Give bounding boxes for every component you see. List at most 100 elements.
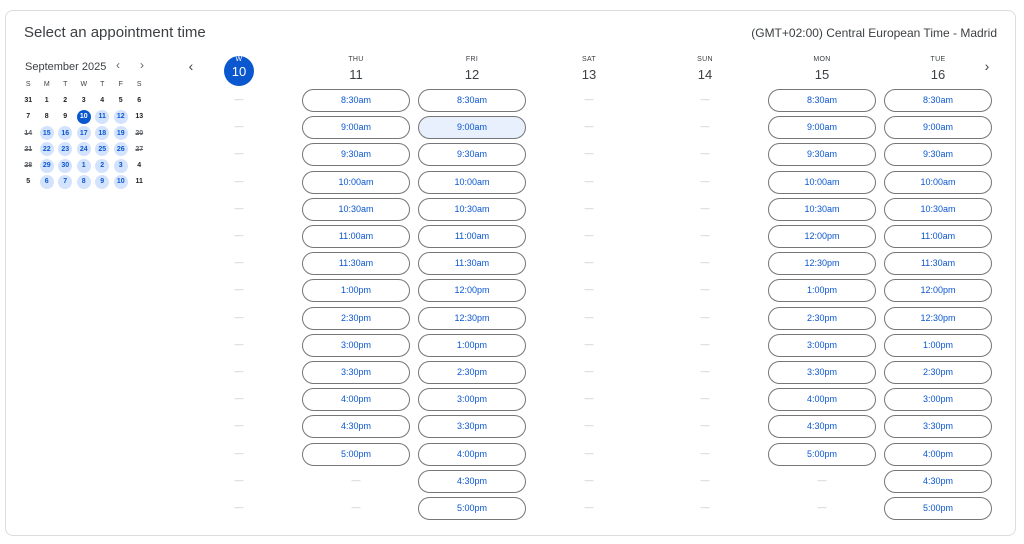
time-slot-button[interactable]: 8:30am — [884, 89, 992, 112]
time-slot-button[interactable]: 11:00am — [418, 225, 526, 248]
mini-day[interactable]: 22 — [38, 141, 57, 157]
mini-day[interactable]: 30 — [56, 157, 75, 173]
mini-day[interactable]: 15 — [38, 125, 57, 141]
time-slot-button[interactable]: 4:00pm — [418, 442, 526, 466]
time-slot-button[interactable]: 10:30am — [302, 197, 410, 221]
mini-day-label: 24 — [76, 142, 91, 157]
time-slot-button[interactable]: 9:30am — [418, 143, 526, 167]
time-slot-button[interactable]: 8:30am — [418, 89, 526, 112]
time-slot-button[interactable]: 3:00pm — [768, 333, 876, 357]
time-slot-button[interactable]: 3:00pm — [884, 388, 992, 412]
mini-day[interactable]: 3 — [112, 157, 131, 173]
timezone-selector[interactable]: (GMT+02:00) Central European Time - Madr… — [751, 26, 997, 40]
time-slot-button[interactable]: 2:30pm — [768, 306, 876, 330]
time-slot-button[interactable]: 9:30am — [302, 143, 410, 167]
time-slot-button[interactable]: 8:30am — [302, 89, 410, 112]
time-slot-button[interactable]: 12:00pm — [768, 225, 876, 248]
mini-day[interactable]: 26 — [112, 141, 131, 157]
time-slot-button[interactable]: 4:30pm — [418, 469, 526, 493]
time-slot-button[interactable]: 10:00am — [884, 170, 992, 194]
time-slot-button[interactable]: 2:30pm — [418, 361, 526, 384]
mini-day-label: 31 — [24, 96, 33, 104]
time-slot-button[interactable]: 10:00am — [302, 170, 410, 194]
mini-day[interactable]: 29 — [38, 157, 57, 173]
mini-day[interactable]: 11 — [93, 109, 112, 125]
time-slot-button[interactable]: 10:30am — [768, 197, 876, 221]
time-slot-button[interactable]: 4:30pm — [768, 415, 876, 439]
time-slot-button[interactable]: 12:30pm — [884, 306, 992, 330]
time-slot-button[interactable]: 9:00am — [768, 116, 876, 140]
time-slot-button[interactable]: 9:00am — [302, 116, 410, 140]
time-slot-button[interactable]: 9:30am — [768, 143, 876, 167]
time-slot-button[interactable]: 12:30pm — [768, 252, 876, 276]
time-slot-button[interactable]: 11:00am — [884, 225, 992, 248]
mini-day[interactable]: 1 — [75, 157, 94, 173]
mini-calendar-month: September 2025 — [25, 61, 107, 73]
time-slot-button[interactable]: 5:00pm — [302, 442, 410, 466]
mini-day[interactable]: 2 — [93, 157, 112, 173]
time-slot-button[interactable]: 10:30am — [418, 197, 526, 221]
mini-day[interactable]: 19 — [112, 125, 131, 141]
mini-day[interactable]: 8 — [75, 174, 94, 190]
time-slot-button[interactable]: 12:30pm — [418, 306, 526, 330]
time-slot-button[interactable]: 9:30am — [884, 143, 992, 167]
mini-day[interactable]: 10 — [112, 174, 131, 190]
mini-day[interactable]: 12 — [112, 109, 131, 125]
time-slot-button[interactable]: 12:00pm — [418, 279, 526, 303]
time-slot-button[interactable]: 1:00pm — [418, 333, 526, 357]
time-slot-button[interactable]: 3:30pm — [884, 415, 992, 439]
time-slot-button[interactable]: 3:30pm — [418, 415, 526, 439]
time-slot-button[interactable]: 8:30am — [768, 89, 876, 112]
time-slot-button[interactable]: 11:00am — [302, 225, 410, 248]
time-slot-button[interactable]: 9:00am — [884, 116, 992, 140]
mini-day[interactable]: 24 — [75, 141, 94, 157]
time-slot-button[interactable]: 1:00pm — [768, 279, 876, 303]
mini-day: 27 — [130, 141, 149, 157]
time-slot-button[interactable]: 2:30pm — [302, 306, 410, 330]
time-slot-button[interactable]: 5:00pm — [884, 497, 992, 520]
empty-slot-dash: — — [817, 474, 827, 485]
mini-day[interactable]: 6 — [38, 174, 57, 190]
mini-day[interactable]: 25 — [93, 141, 112, 157]
time-slot-button[interactable]: 3:30pm — [768, 361, 876, 384]
mini-day-label: 17 — [76, 126, 91, 141]
time-slot-button[interactable]: 11:30am — [302, 252, 410, 276]
mini-day: 2 — [56, 92, 75, 108]
time-slot-button[interactable]: 10:00am — [768, 170, 876, 194]
time-slot-button[interactable]: 4:30pm — [302, 415, 410, 439]
time-slot-button[interactable]: 1:00pm — [302, 279, 410, 303]
time-slot-button[interactable]: 12:00pm — [884, 279, 992, 303]
time-slot-button[interactable]: 10:00am — [418, 170, 526, 194]
time-slot-button[interactable]: 10:30am — [884, 197, 992, 221]
time-slot-button[interactable]: 3:00pm — [418, 388, 526, 412]
time-slot-button[interactable]: 3:30pm — [302, 361, 410, 384]
time-slot-button[interactable]: 2:30pm — [884, 361, 992, 384]
time-slot-button[interactable]: 4:00pm — [884, 442, 992, 466]
mini-next-month-button[interactable]: › — [135, 57, 149, 73]
empty-slot-dash: — — [817, 502, 827, 512]
mini-day[interactable]: 17 — [75, 125, 94, 141]
time-slot-button[interactable]: 1:00pm — [884, 333, 992, 357]
empty-slot-dash: — — [234, 447, 244, 458]
day-column: TUE 16 8:30am 9:00am 9:30am 10:00am 10:30am 11:… — [884, 52, 992, 520]
time-slot-button[interactable]: 3:00pm — [302, 333, 410, 357]
time-slot-button[interactable]: 5:00pm — [418, 497, 526, 520]
mini-day-selected[interactable]: 10 — [75, 109, 94, 125]
time-slot-button[interactable]: 11:30am — [884, 252, 992, 276]
day-column: MON 15 8:30am 9:00am 9:30am 10:00am 10:30am 12:… — [768, 52, 876, 512]
mini-day[interactable]: 16 — [56, 125, 75, 141]
time-slot-button[interactable]: 4:00pm — [302, 388, 410, 412]
time-slot-button[interactable]: 4:30pm — [884, 469, 992, 493]
mini-prev-month-button[interactable]: ‹ — [111, 57, 125, 73]
chevron-left-icon: ‹ — [116, 58, 120, 72]
time-slot-button[interactable]: 11:30am — [418, 252, 526, 276]
mini-day[interactable]: 23 — [56, 141, 75, 157]
empty-slot-dash: — — [700, 175, 710, 186]
mini-day[interactable]: 9 — [93, 174, 112, 190]
time-slot-button[interactable]: 5:00pm — [768, 442, 876, 466]
time-slot-button[interactable]: 9:00am — [418, 116, 526, 140]
mini-day[interactable]: 18 — [93, 125, 112, 141]
mini-day[interactable]: 7 — [56, 174, 75, 190]
empty-slot-dash: — — [234, 175, 244, 186]
time-slot-button[interactable]: 4:00pm — [768, 388, 876, 412]
